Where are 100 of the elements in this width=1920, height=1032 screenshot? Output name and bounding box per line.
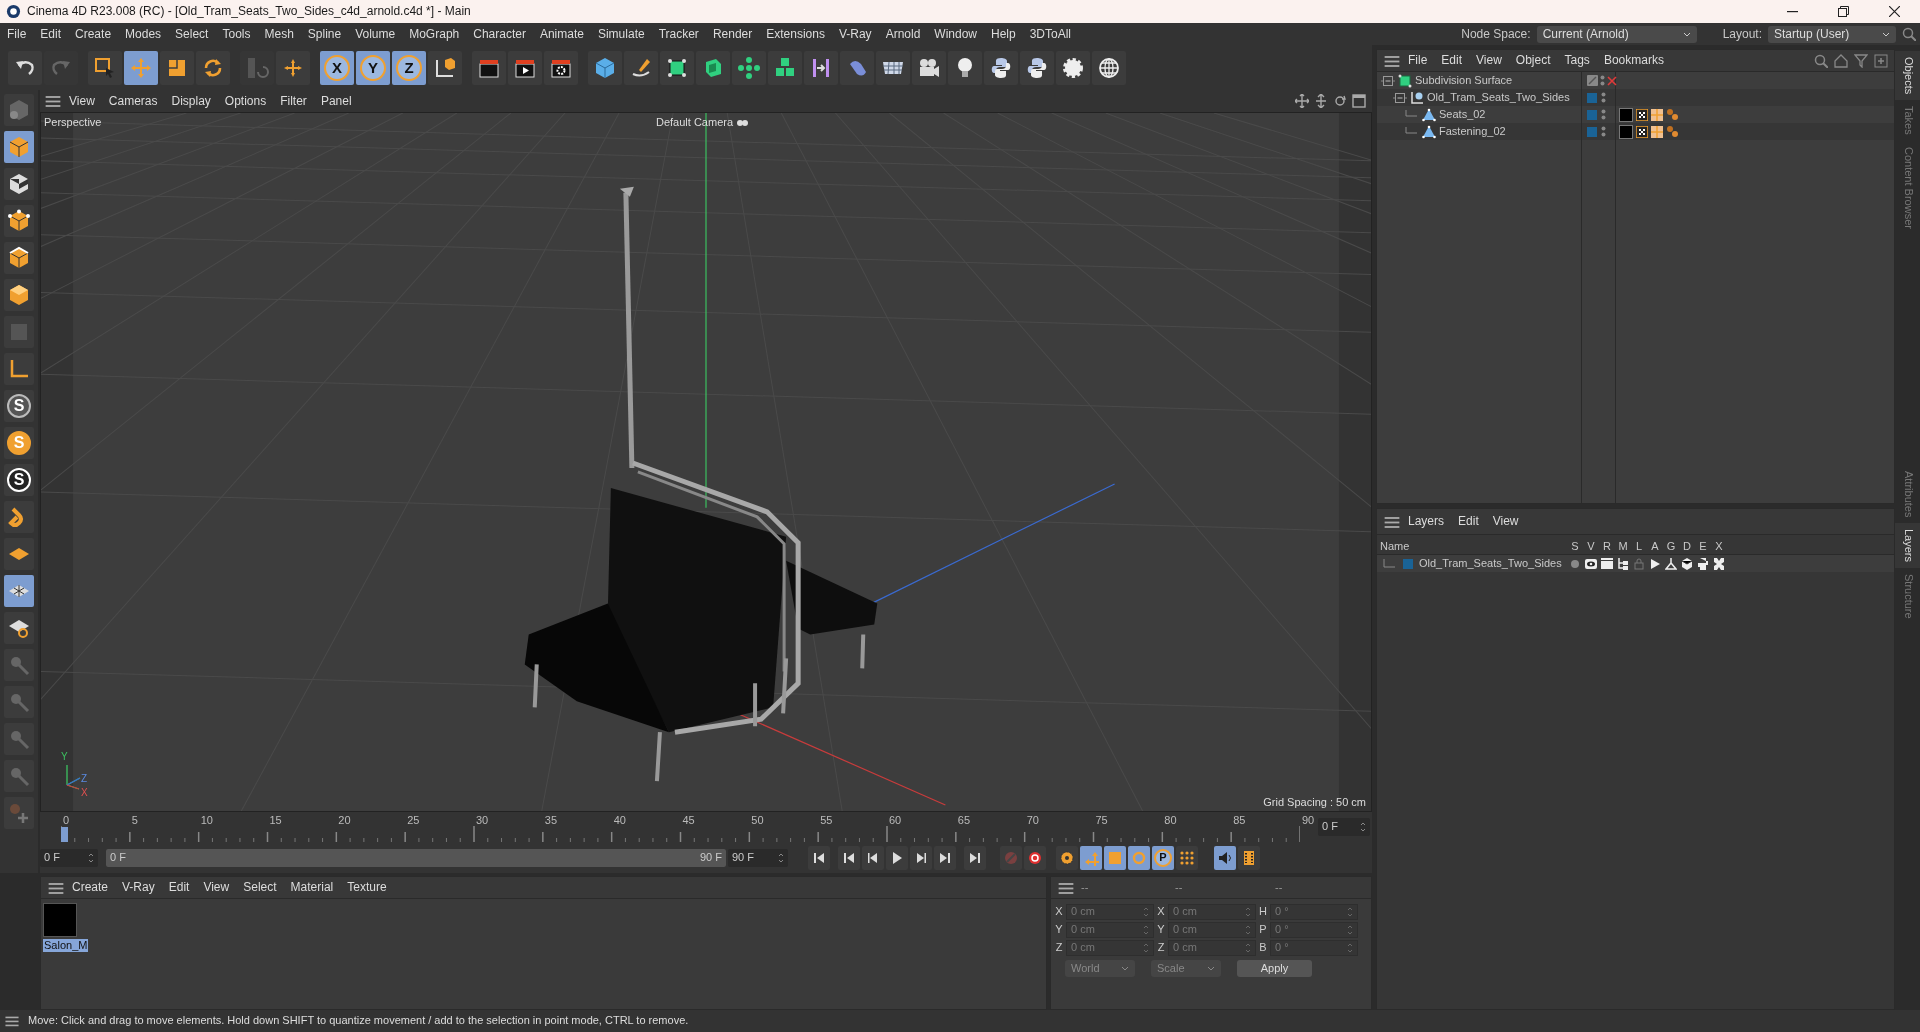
material-menu-item[interactable]: Edit <box>161 880 197 895</box>
frame-tick-label: 65 <box>957 814 971 828</box>
material-menu-item[interactable]: Create <box>65 880 116 895</box>
snap-button[interactable]: S <box>4 464 34 496</box>
menu-item[interactable]: Animate <box>532 26 591 42</box>
node-space-dropdown[interactable]: Current (Arnold) <box>1536 25 1697 43</box>
snap-button[interactable]: S <box>4 390 34 422</box>
end-frame-field[interactable]: 90 F <box>728 848 788 867</box>
column-header: L <box>1634 539 1644 554</box>
apply-button[interactable]: Apply <box>1237 960 1312 977</box>
frame-tick-label: 45 <box>682 814 695 828</box>
menu-item[interactable]: Window <box>927 26 984 42</box>
menu-item[interactable]: Create <box>68 26 119 42</box>
column-header: A <box>1650 539 1660 554</box>
menu-item[interactable]: V-Ray <box>831 26 879 42</box>
object-name[interactable]: Old_Tram_Seats_Two_Sides <box>1427 90 1570 105</box>
menu-item[interactable]: Simulate <box>590 26 652 42</box>
viewport-menu-item[interactable]: Cameras <box>101 93 165 109</box>
side-tab[interactable]: Layers <box>1895 523 1920 569</box>
frame-tick-label: 80 <box>1164 814 1177 828</box>
frame-tick-label: 40 <box>613 814 626 828</box>
menu-item[interactable]: Spline <box>300 26 349 42</box>
column-header: -- <box>1274 880 1284 895</box>
material-menu-item[interactable]: V-Ray <box>115 880 162 895</box>
menu-item[interactable]: File <box>0 26 34 42</box>
layers-menu-item[interactable]: Edit <box>1451 514 1486 529</box>
axis-label: Y <box>1156 923 1166 937</box>
axis-label: Y <box>1054 923 1064 937</box>
menu-item[interactable]: Select <box>168 26 216 42</box>
object-name[interactable]: Seats_02 <box>1439 107 1486 122</box>
viewport-menu-item[interactable]: View <box>62 93 102 109</box>
frame-tick-label: 20 <box>338 814 351 828</box>
layout-label: Layout: <box>1722 26 1762 42</box>
material-menu-item[interactable]: View <box>196 880 237 895</box>
frame-tick-label: 90 <box>1302 814 1315 828</box>
axis-label: X <box>1054 905 1064 919</box>
frame-tick-label: 50 <box>751 814 764 828</box>
axis-lock-button[interactable]: Z <box>392 50 426 85</box>
axis-label: Z <box>1156 941 1166 955</box>
frame-tick-label: 10 <box>200 814 213 828</box>
axis-label: X <box>1156 905 1166 919</box>
object-name[interactable]: Subdivision Surface <box>1415 73 1513 88</box>
material-menu-item[interactable]: Material <box>283 880 341 895</box>
menu-item[interactable]: Mesh <box>257 26 301 42</box>
object-menu-item[interactable]: Tags <box>1557 53 1597 68</box>
frame-tick-label: 55 <box>820 814 833 828</box>
frame-tick-label: 5 <box>131 814 138 828</box>
menu-item[interactable]: MoGraph <box>402 26 467 42</box>
menu-item[interactable]: Extensions <box>759 26 832 42</box>
window-title: Cinema 4D R23.008 (RC) - [Old_Tram_Seats_Two_Sides_c4d_arnold.c4d *] - Main <box>27 4 471 19</box>
object-menu-item[interactable]: Object <box>1508 53 1558 68</box>
viewport-menu-item[interactable]: Display <box>164 93 218 109</box>
column-header: G <box>1665 539 1677 554</box>
object-menu-item[interactable]: Bookmarks <box>1596 53 1671 68</box>
object-menu-item[interactable]: Edit <box>1434 53 1470 68</box>
axis-label: Z <box>1054 941 1064 955</box>
material-name[interactable]: Salon_M <box>43 939 89 953</box>
material-menu-item[interactable]: Texture <box>340 880 394 895</box>
menu-item[interactable]: Edit <box>33 26 69 42</box>
menu-item[interactable]: Render <box>705 26 760 42</box>
menu-item[interactable]: Modes <box>118 26 169 42</box>
column-header: S <box>1570 539 1580 554</box>
node-space-label: Node Space: <box>1461 26 1531 42</box>
axis-lock-button[interactable]: Y <box>356 50 390 85</box>
menu-item[interactable]: Help <box>984 26 1023 42</box>
axis-label: P <box>1258 923 1268 937</box>
object-menu-item[interactable]: File <box>1401 53 1435 68</box>
layout-dropdown[interactable]: Startup (User) <box>1768 25 1896 43</box>
object-menu-item[interactable]: View <box>1469 53 1509 68</box>
side-tab[interactable]: Objects <box>1895 51 1920 101</box>
layers-menu-item[interactable]: Layers <box>1401 514 1452 529</box>
range-start-label: 0 F <box>110 850 126 865</box>
menu-item[interactable]: Tools <box>215 26 258 42</box>
axis-label: X <box>81 787 88 799</box>
column-header: -- <box>1174 880 1184 895</box>
menu-item[interactable]: Arnold <box>878 26 928 42</box>
axis-label: H <box>1258 905 1268 919</box>
column-header: Name <box>1379 539 1411 554</box>
object-name[interactable]: Fastening_02 <box>1439 124 1506 139</box>
start-frame-field[interactable]: 0 F <box>40 848 98 867</box>
viewport-menu-item[interactable]: Filter <box>273 93 314 109</box>
grid-spacing-label: Grid Spacing : 50 cm <box>1263 795 1366 809</box>
camera-name-label[interactable]: Default Camera <box>656 116 734 130</box>
menu-item[interactable]: 3DToAll <box>1022 26 1079 42</box>
column-header: E <box>1698 539 1708 554</box>
layers-menu-item[interactable]: View <box>1485 514 1526 529</box>
frame-range-slider[interactable]: 0 F 90 F <box>106 848 726 867</box>
parameter-key-button[interactable]: P <box>1152 845 1174 870</box>
axis-label: B <box>1258 941 1268 955</box>
material-menu-item[interactable]: Select <box>236 880 284 895</box>
menu-item[interactable]: Tracker <box>651 26 706 42</box>
viewport-menu-item[interactable]: Options <box>217 93 274 109</box>
axis-label: Z <box>81 773 88 785</box>
menu-item[interactable]: Volume <box>348 26 403 42</box>
range-end-label: 90 F <box>700 850 722 865</box>
current-frame-field[interactable]: 0 F <box>1318 818 1370 836</box>
axis-lock-button[interactable]: X <box>320 50 354 85</box>
menu-item[interactable]: Character <box>466 26 533 42</box>
column-header: R <box>1602 539 1612 554</box>
viewport-menu-item[interactable]: Panel <box>313 93 359 109</box>
